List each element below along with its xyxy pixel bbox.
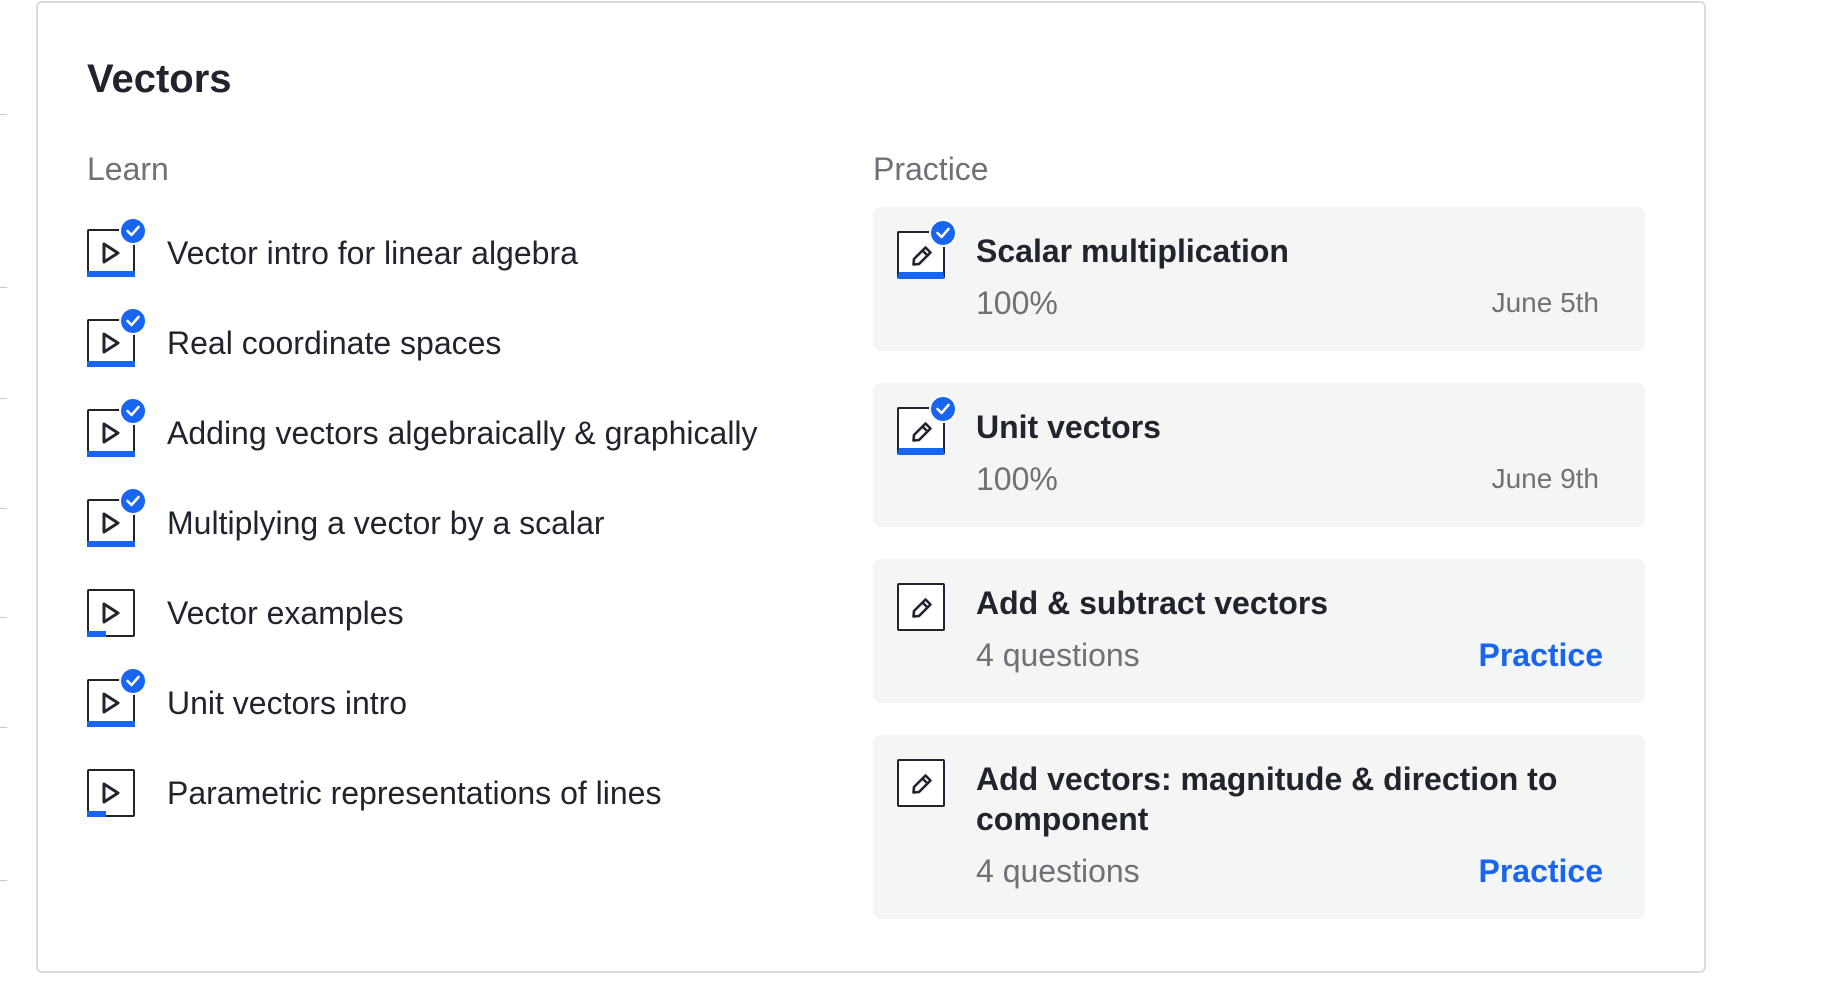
- learn-item[interactable]: Vector examples: [87, 581, 847, 671]
- video-play-icon: [87, 487, 147, 547]
- practice-card-add-subtract-vectors[interactable]: Add & subtract vectors 4 questions Pract…: [873, 559, 1645, 703]
- video-play-icon: [87, 769, 135, 817]
- pencil-icon: [897, 219, 957, 279]
- pencil-icon: [897, 395, 957, 455]
- practice-date: June 9th: [1491, 463, 1599, 494]
- practice-card-scalar-multiplication[interactable]: Scalar multiplication 100% June 5th: [873, 207, 1645, 351]
- learn-item-label: Unit vectors intro: [167, 685, 408, 721]
- practice-card-magnitude-direction[interactable]: Add vectors: magnitude & direction to co…: [873, 735, 1645, 919]
- video-progress-bar: [87, 271, 135, 277]
- practice-title: Scalar multiplication: [976, 233, 1289, 269]
- video-progress-bar: [87, 541, 135, 547]
- learn-list: Vector intro for linear algebra Real coo…: [87, 217, 847, 851]
- tick: [0, 287, 7, 288]
- video-play-icon: [87, 397, 147, 457]
- practice-heading: Practice: [873, 151, 989, 187]
- learn-item-label: Vector intro for linear algebra: [167, 235, 578, 271]
- practice-link[interactable]: Practice: [1478, 635, 1603, 675]
- practice-title: Unit vectors: [976, 409, 1161, 445]
- practice-title: Add & subtract vectors: [976, 585, 1329, 621]
- learn-heading: Learn: [87, 151, 169, 187]
- learn-item-label: Parametric representations of lines: [167, 775, 662, 811]
- tick: [0, 398, 7, 399]
- learn-item[interactable]: Vector intro for linear algebra: [87, 217, 847, 311]
- practice-link[interactable]: Practice: [1478, 851, 1603, 891]
- learn-item[interactable]: Adding vectors algebraically & graphical…: [87, 397, 847, 491]
- video-play-icon: [87, 307, 147, 367]
- learn-item[interactable]: Real coordinate spaces: [87, 307, 847, 401]
- unit-card: Vectors Learn Practice Vector intro for …: [36, 1, 1706, 973]
- video-progress-bar: [87, 721, 135, 727]
- video-progress-bar: [87, 631, 106, 637]
- left-edge-ticks: [0, 0, 10, 994]
- learn-item-label: Adding vectors algebraically & graphical…: [167, 415, 758, 451]
- checkmark-icon: [929, 219, 957, 247]
- video-play-icon: [87, 217, 147, 277]
- tick: [0, 114, 7, 115]
- pencil-icon: [897, 759, 945, 807]
- learn-item-label: Multiplying a vector by a scalar: [167, 505, 605, 541]
- tick: [0, 727, 7, 728]
- video-play-icon: [87, 589, 135, 637]
- practice-date: June 5th: [1491, 287, 1599, 318]
- learn-item[interactable]: Multiplying a vector by a scalar: [87, 487, 847, 581]
- practice-question-count: 4 questions: [976, 637, 1140, 673]
- practice-title: Add vectors: magnitude & direction to co…: [976, 761, 1558, 837]
- practice-score: 100%: [976, 285, 1058, 321]
- video-progress-bar: [87, 361, 135, 367]
- learn-item-label: Real coordinate spaces: [167, 325, 502, 361]
- checkmark-icon: [119, 397, 147, 425]
- checkmark-icon: [119, 487, 147, 515]
- video-progress-bar: [87, 811, 106, 817]
- practice-score: 100%: [976, 461, 1058, 497]
- checkmark-icon: [929, 395, 957, 423]
- tick: [0, 880, 7, 881]
- learn-item[interactable]: Parametric representations of lines: [87, 761, 847, 851]
- video-play-icon: [87, 667, 147, 727]
- practice-card-unit-vectors[interactable]: Unit vectors 100% June 9th: [873, 383, 1645, 527]
- practice-question-count: 4 questions: [976, 853, 1140, 889]
- video-progress-bar: [87, 451, 135, 457]
- tick: [0, 508, 7, 509]
- page: Vectors Learn Practice Vector intro for …: [0, 0, 1844, 994]
- pencil-icon: [897, 583, 945, 631]
- tick: [0, 617, 7, 618]
- unit-title: Vectors: [87, 57, 232, 101]
- learn-item[interactable]: Unit vectors intro: [87, 667, 847, 761]
- checkmark-icon: [119, 217, 147, 245]
- learn-item-label: Vector examples: [167, 595, 404, 631]
- checkmark-icon: [119, 307, 147, 335]
- checkmark-icon: [119, 667, 147, 695]
